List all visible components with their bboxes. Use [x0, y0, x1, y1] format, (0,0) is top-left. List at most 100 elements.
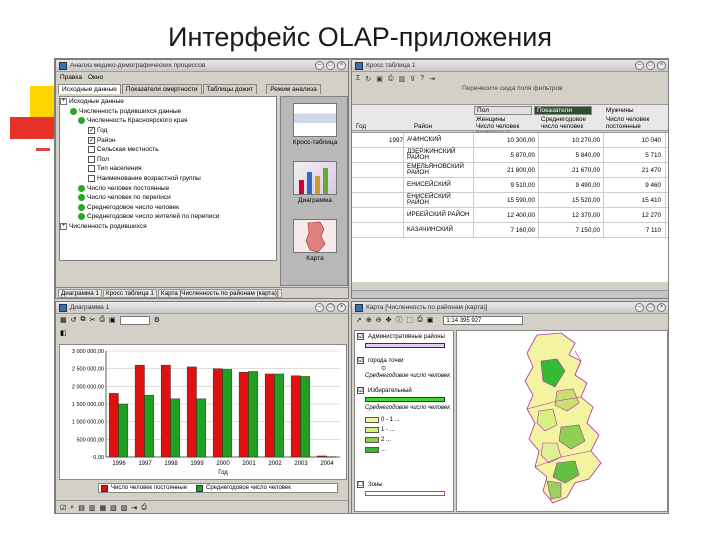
export-icon[interactable]: ⇥ [429, 75, 435, 83]
table-cell-a[interactable]: 12 400,00 [474, 208, 539, 222]
table-cell-c[interactable]: 21 470 [604, 163, 666, 177]
table-icon[interactable]: ▨ [121, 504, 128, 512]
tree-item[interactable]: Наименование возрастной группы [60, 174, 276, 184]
maximize-icon[interactable]: □ [326, 61, 335, 70]
table-cell-c[interactable]: 9 460 [604, 178, 666, 192]
layer-selected[interactable]: ☑ Избирательный [357, 387, 412, 394]
table-cell-district[interactable]: ЕМЕЛЬЯНОВСКИЙ РАЙОН [404, 163, 474, 177]
checkbox-icon[interactable] [88, 175, 95, 183]
rows-icon[interactable]: ▦ [99, 504, 106, 512]
map-scale-select[interactable]: 1:14 395 927 [443, 315, 524, 325]
analysis-window-titlebar[interactable]: Анализ медико-демографических процессов … [56, 60, 348, 72]
table-cell-b[interactable]: 10 270,00 [539, 133, 604, 147]
table-cell-b[interactable]: 12 370,00 [539, 208, 604, 222]
tree-item[interactable]: + Исходные данные [60, 97, 276, 107]
tree-item[interactable]: Среднегодовое число человек [60, 203, 276, 213]
table-cell-b[interactable]: 15 520,00 [539, 193, 604, 207]
checkbox-icon[interactable] [88, 165, 95, 173]
window-tab-chart[interactable]: Диаграмма 1 [58, 288, 102, 298]
table-cell-district[interactable]: КАЗАЧИНСКИЙ [404, 223, 474, 237]
print-icon[interactable]: ⎙ [141, 504, 147, 512]
minimize-icon[interactable]: – [635, 61, 644, 70]
table-cell-district[interactable]: ЕНИСЕЙСКИЙ РАЙОН [404, 193, 474, 207]
table-cell-b[interactable]: 7 150,00 [539, 223, 604, 237]
zoom-in-icon[interactable]: ⊕ [366, 316, 372, 324]
table-cell-a[interactable]: 21 800,00 [474, 163, 539, 177]
export-icon[interactable]: ⇥ [131, 504, 137, 512]
close-icon[interactable]: × [657, 303, 666, 312]
table-cell-district[interactable]: ДЗЕРЖИНСКИЙ РАЙОН [404, 148, 474, 162]
table-cell-c[interactable]: 15 410 [604, 193, 666, 207]
grid-icon[interactable]: ▦ [60, 316, 67, 324]
image-icon[interactable]: ▧ [110, 504, 117, 512]
layer-districts[interactable]: ☑ Административные районы [357, 333, 445, 340]
map-window-titlebar[interactable]: Карта [Численность по районам (карта)] –… [352, 302, 668, 314]
tree-item[interactable]: + Численность родившихся [60, 222, 276, 232]
copy-icon[interactable]: ⧉ [81, 316, 86, 324]
chart-icon[interactable]: ▥ [398, 75, 405, 83]
layer-zones[interactable]: ☐ Зоны [357, 481, 383, 488]
filter-icon[interactable]: ⊽ [410, 75, 415, 83]
table-cell-a[interactable]: 7 160,00 [474, 223, 539, 237]
table-cell-c[interactable]: 7 110 [604, 223, 666, 237]
columns-icon[interactable]: ▥ [89, 504, 96, 512]
checkbox-icon[interactable] [88, 155, 95, 163]
field-indicators[interactable]: Показатели [534, 106, 592, 115]
table-cell-b[interactable]: 5 840,00 [539, 148, 604, 162]
tree-item[interactable]: Среднегодовое число жителей по переписи [60, 212, 276, 222]
maximize-icon[interactable]: □ [646, 61, 655, 70]
table-cell-a[interactable]: 10 300,00 [474, 133, 539, 147]
zoom-out-icon[interactable]: ⊖ [376, 316, 382, 324]
table-cell-b[interactable]: 9 490,00 [539, 178, 604, 192]
table-cell-year[interactable] [352, 178, 404, 192]
window-tab-map[interactable]: Карта [Численность по районам (карта)] [157, 288, 282, 298]
table-cell-a[interactable]: 9 510,00 [474, 178, 539, 192]
layout-icon[interactable]: ▤ [78, 504, 85, 512]
chart-3d-icon[interactable]: ◧ [60, 329, 67, 337]
crosstab-window-titlebar[interactable]: Кросс таблица 1 – □ × [352, 60, 668, 72]
print-icon[interactable]: ⎙ [417, 316, 423, 324]
close-icon[interactable]: × [337, 303, 346, 312]
window-tab-crosstab[interactable]: Кросс таблица 1 [103, 288, 157, 298]
tree-item[interactable]: Тип населения [60, 164, 276, 174]
chart-window-titlebar[interactable]: Диаграмма 1 – □ × [56, 302, 348, 314]
table-cell-district[interactable]: АЧИНСКИЙ [404, 133, 474, 147]
tree-item[interactable]: Численность родившихся данные [60, 107, 276, 117]
table-cell-b[interactable]: 21 670,00 [539, 163, 604, 177]
settings-icon[interactable]: ⚙ [154, 316, 160, 324]
table-cell-year[interactable] [352, 223, 404, 237]
menu-item-window[interactable]: Окно [88, 74, 103, 81]
tree-item[interactable]: ✓ Район [60, 135, 276, 145]
print-icon[interactable]: ⎙ [99, 316, 105, 324]
checkbox-icon[interactable]: ✓ [88, 136, 95, 144]
expand-icon[interactable]: + [60, 98, 67, 106]
select-icon[interactable]: ⬚ [407, 316, 414, 324]
maximize-icon[interactable]: □ [326, 303, 335, 312]
tree-item[interactable]: Численность Красноярского края [60, 116, 276, 126]
cut-icon[interactable]: ✂ [90, 316, 96, 324]
checkbox-icon[interactable]: ☑ [60, 504, 66, 512]
help-icon[interactable]: ? [420, 75, 424, 82]
table-cell-c[interactable]: 10 040 [604, 133, 666, 147]
save-icon[interactable]: ▣ [109, 316, 116, 324]
close-icon[interactable]: × [657, 61, 666, 70]
sum-icon[interactable]: Σ [356, 75, 360, 82]
save-icon[interactable]: ▣ [376, 75, 383, 83]
minimize-icon[interactable]: – [635, 303, 644, 312]
tab-mortality[interactable]: Показатели смертности [121, 84, 202, 94]
table-cell-year[interactable] [352, 193, 404, 207]
side-item-map[interactable]: Карта [287, 219, 343, 262]
tab-source-data[interactable]: Исходные данные [58, 84, 121, 94]
table-cell-year[interactable] [352, 163, 404, 177]
minimize-icon[interactable]: – [315, 61, 324, 70]
field-sex[interactable]: Пол [474, 106, 532, 115]
horizontal-scrollbar[interactable] [352, 290, 668, 298]
table-cell-c[interactable]: 12 270 [604, 208, 666, 222]
side-item-crosstab[interactable]: Кросс-таблица [287, 103, 343, 146]
tree-item[interactable]: Число человек по переписи [60, 193, 276, 203]
maximize-icon[interactable]: □ [646, 303, 655, 312]
filter-drop-zone[interactable]: Перенесите сюда поля фильтров [352, 85, 668, 94]
tree-item[interactable]: ✓ Год [60, 126, 276, 136]
pointer-icon[interactable]: ➚ [356, 316, 362, 324]
table-cell-year[interactable] [352, 208, 404, 222]
